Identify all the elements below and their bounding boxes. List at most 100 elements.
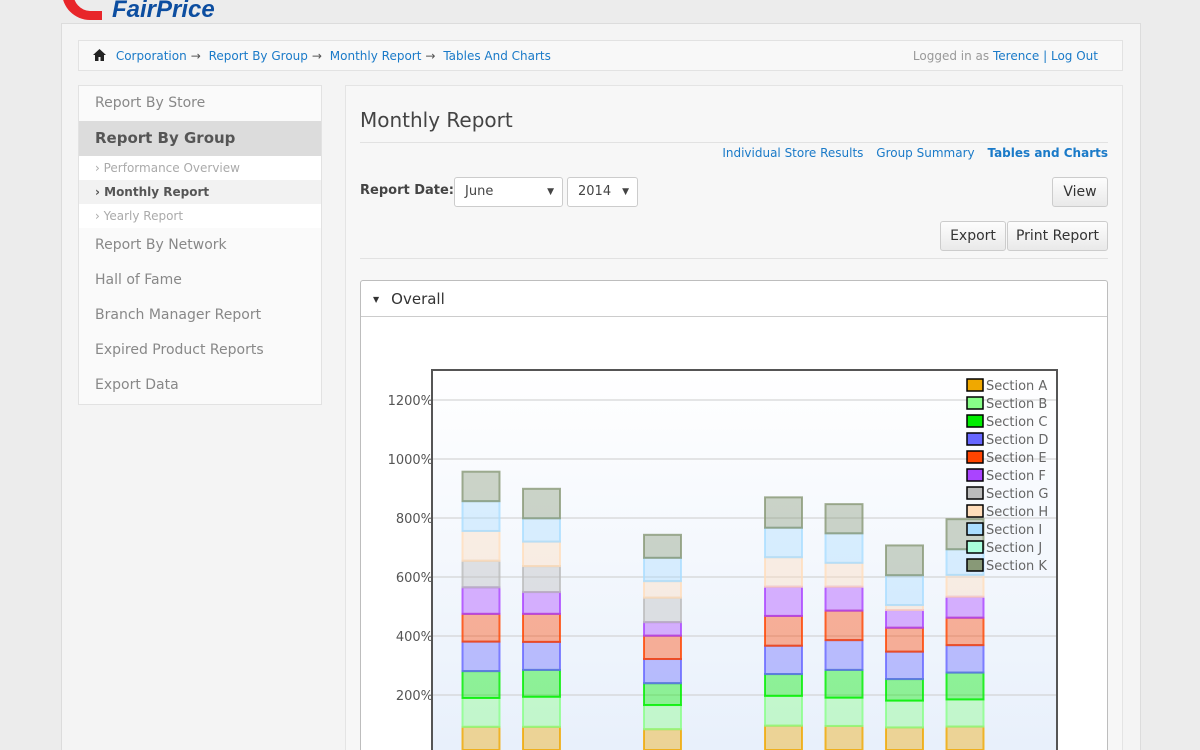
- legend-swatch: [966, 504, 984, 518]
- bar-segment: [643, 634, 682, 661]
- sidebar-item-report-by-group[interactable]: Report By Group: [79, 121, 321, 156]
- bar-segment: [885, 726, 924, 750]
- caret-down-icon: ▼: [547, 187, 554, 197]
- bar-segment: [643, 658, 682, 685]
- bar-segment: [764, 614, 803, 647]
- export-button[interactable]: Export: [940, 221, 1006, 251]
- link-group-summary[interactable]: Group Summary: [876, 146, 974, 160]
- login-status: Logged in as Terence | Log Out: [913, 41, 1098, 71]
- sidebar-item-branch-manager-report[interactable]: Branch Manager Report: [79, 298, 321, 333]
- breadcrumb: Corporation → Report By Group → Monthly Re…: [78, 40, 1123, 71]
- year-select[interactable]: 2014 ▼: [567, 177, 638, 207]
- bar-segment: [522, 540, 561, 568]
- print-report-button[interactable]: Print Report: [1007, 221, 1108, 251]
- legend-label: Section E: [986, 451, 1047, 466]
- breadcrumb-tables-and-charts[interactable]: Tables And Charts: [443, 49, 551, 63]
- sidebar-item-export-data[interactable]: Export Data: [79, 368, 321, 403]
- month-select[interactable]: June ▼: [454, 177, 563, 207]
- bar-segment: [764, 526, 803, 559]
- bar-segment: [824, 668, 864, 699]
- bar-segment: [522, 640, 561, 671]
- bar-segment: [522, 591, 561, 615]
- bar-segment: [522, 487, 561, 520]
- legend-label: Section K: [986, 559, 1047, 574]
- bar-segment: [885, 626, 924, 653]
- user-link[interactable]: Terence: [993, 49, 1039, 63]
- panel-title: Overall: [391, 290, 445, 308]
- sidebar-item-hall-of-fame[interactable]: Hall of Fame: [79, 263, 321, 298]
- sidebar: Report By Store Report By Group › Perfor…: [78, 85, 322, 405]
- sidebar-subitem-yearly-report[interactable]: › Yearly Report: [79, 204, 321, 228]
- breadcrumb-separator: →: [425, 49, 436, 63]
- page-title: Monthly Report: [360, 108, 513, 132]
- y-tick-label: 800%: [396, 512, 433, 527]
- collapse-triangle-icon: ▼: [373, 295, 380, 304]
- legend-label: Section C: [986, 415, 1048, 430]
- bar-segment: [824, 561, 864, 588]
- y-tick-label: 200%: [396, 689, 433, 704]
- bar-segment: [461, 640, 501, 673]
- sidebar-subitem-monthly-report[interactable]: › Monthly Report: [79, 180, 321, 204]
- bar-segment: [522, 695, 561, 728]
- logout-link[interactable]: Log Out: [1051, 49, 1098, 63]
- bar-segment: [885, 544, 924, 577]
- legend-swatch: [966, 378, 984, 392]
- bar-segment: [824, 609, 864, 642]
- stacked-bar-chart: 200% 400% 600% 800% 1000% 1200% Section A Secti…: [388, 369, 1058, 750]
- bar-segment: [522, 668, 561, 698]
- y-tick-label: 1000%: [388, 453, 433, 468]
- sidebar-item-expired-product-reports[interactable]: Expired Product Reports: [79, 333, 321, 368]
- y-tick-label: 400%: [396, 630, 433, 645]
- sidebar-item-report-by-store[interactable]: Report By Store: [79, 86, 321, 121]
- legend-label: Section J: [986, 541, 1042, 556]
- bar-segment: [522, 725, 561, 750]
- legend-label: Section G: [986, 487, 1049, 502]
- bar-segment: [945, 573, 985, 598]
- breadcrumb-report-by-group[interactable]: Report By Group: [209, 49, 308, 63]
- bar-segment: [643, 580, 682, 599]
- sidebar-item-report-by-network[interactable]: Report By Network: [79, 228, 321, 263]
- link-tables-and-charts[interactable]: Tables and Charts: [987, 146, 1108, 160]
- divider: [360, 142, 1108, 143]
- bar-segment: [824, 585, 864, 612]
- bar-segment: [945, 616, 985, 647]
- link-individual-store-results[interactable]: Individual Store Results: [722, 146, 863, 160]
- divider: |: [1043, 49, 1048, 63]
- report-view-links: Individual Store Results Group Summary T…: [713, 146, 1108, 160]
- legend-label: Section H: [986, 505, 1048, 520]
- logo-text: FairPrice: [112, 0, 215, 23]
- bar-segment: [522, 565, 561, 594]
- bar-segment: [764, 496, 803, 529]
- legend-swatch: [966, 558, 984, 572]
- bar-segment: [461, 670, 501, 699]
- legend-swatch: [966, 540, 984, 554]
- breadcrumb-separator: →: [311, 49, 322, 63]
- legend-swatch: [966, 414, 984, 428]
- logged-in-label: Logged in as: [912, 49, 990, 63]
- bar-segment: [945, 698, 985, 728]
- report-date-label: Report Date:: [360, 183, 455, 198]
- legend-label: Section A: [986, 379, 1047, 394]
- breadcrumb-separator: →: [190, 49, 201, 63]
- bar-segment: [945, 725, 985, 750]
- bar-segment: [885, 650, 924, 681]
- sidebar-subitem-performance-overview[interactable]: › Performance Overview: [79, 156, 321, 180]
- bar-segment: [945, 644, 985, 674]
- legend-label: Section I: [986, 523, 1042, 538]
- y-tick-label: 600%: [396, 571, 433, 586]
- breadcrumb-corporation[interactable]: Corporation: [116, 49, 187, 63]
- divider: [360, 258, 1108, 259]
- bar-segment: [824, 724, 864, 750]
- overall-panel-header[interactable]: ▼ Overall: [361, 281, 1107, 317]
- view-button[interactable]: View: [1052, 177, 1108, 207]
- bar-segment: [885, 574, 924, 607]
- bar-segment: [643, 596, 682, 624]
- legend-swatch: [966, 432, 984, 446]
- fairprice-logo[interactable]: FairPrice: [60, 0, 320, 23]
- breadcrumb-monthly-report[interactable]: Monthly Report: [330, 49, 422, 63]
- bar-segment: [461, 500, 501, 532]
- home-icon[interactable]: [93, 42, 106, 72]
- bar-segment: [461, 529, 501, 562]
- bar-segment: [461, 470, 501, 503]
- legend-swatch: [966, 522, 984, 536]
